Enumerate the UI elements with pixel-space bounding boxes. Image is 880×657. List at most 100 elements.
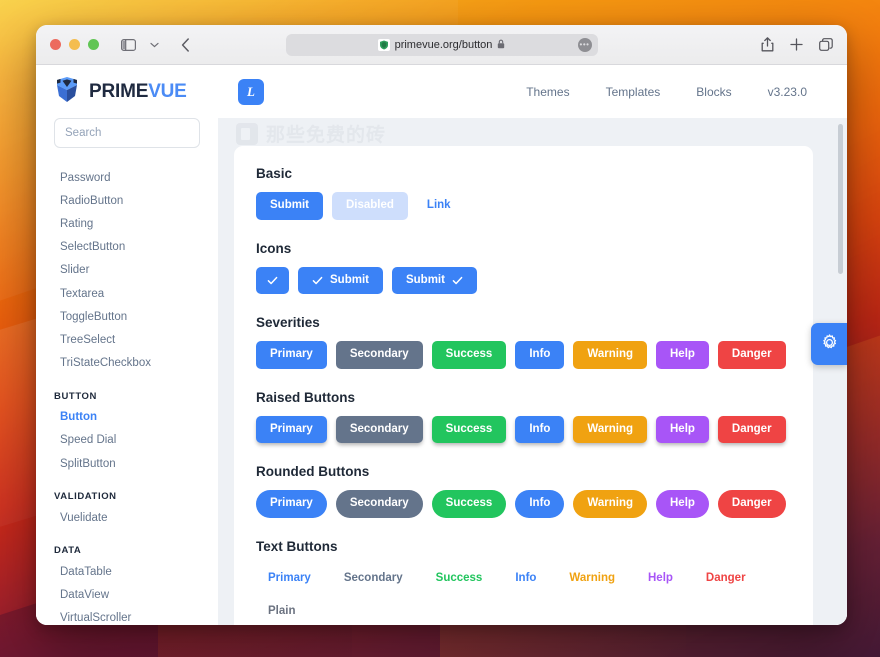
raised-button-success[interactable]: Success (431, 415, 507, 443)
rounded-button-warning[interactable]: Warning (573, 490, 647, 518)
icons-button-submit[interactable]: Submit (298, 266, 383, 294)
sidebar-item-textarea[interactable]: Textarea (54, 282, 200, 305)
vertical-scrollbar[interactable] (838, 124, 843, 274)
rounded-button-help[interactable]: Help (656, 490, 709, 518)
sidebar-item-treeselect[interactable]: TreeSelect (54, 328, 200, 351)
share-icon[interactable] (761, 37, 774, 52)
theme-switcher-button[interactable]: L (238, 78, 264, 105)
maximize-window-button[interactable] (88, 39, 99, 50)
rounded-button-info[interactable]: Info (515, 490, 565, 518)
button-row: Primary Secondary Success Info Warning Help Da… (256, 415, 791, 443)
severities-button-secondary[interactable]: Secondary (335, 341, 423, 369)
text-button-info[interactable]: Info (503, 565, 548, 593)
sidebar-item-slider[interactable]: Slider (54, 259, 200, 282)
address-bar[interactable]: primevue.org/button ••• (285, 33, 598, 56)
sidebar-item-virtualscroller[interactable]: VirtualScroller (54, 607, 200, 625)
rounded-button-primary[interactable]: Primary (256, 490, 327, 518)
close-window-button[interactable] (50, 39, 61, 50)
shield-icon (377, 38, 390, 51)
button-label: Disabled (345, 199, 394, 211)
sidebar-item-speed-dial[interactable]: Speed Dial (54, 429, 200, 452)
sidebar-item-datatable[interactable]: DataTable (54, 560, 200, 583)
section-title-text-buttons: Text Buttons (256, 538, 338, 554)
raised-button-warning[interactable]: Warning (573, 415, 647, 443)
button-label: Success (445, 422, 493, 435)
text-button-help[interactable]: Help (636, 565, 685, 593)
sidebar-item-radiobutton[interactable]: RadioButton (54, 189, 200, 212)
theme-config-button[interactable] (811, 323, 847, 365)
button-label: Warning (587, 422, 633, 435)
button-label: Info (529, 348, 551, 360)
severities-button-danger[interactable]: Danger (717, 341, 786, 369)
logo-vue-text: VUE (148, 80, 187, 102)
sidebar-item-password[interactable]: Password (54, 166, 200, 189)
sidebar-item-togglebutton[interactable]: ToggleButton (54, 305, 200, 328)
button-label: Danger (731, 422, 772, 435)
tabs-icon[interactable] (819, 37, 833, 52)
section-title-raised-buttons: Raised Buttons (256, 389, 356, 405)
text-button-plain[interactable]: Plain (256, 598, 307, 625)
watermark: 那些免费的砖 (236, 120, 386, 147)
primevue-logo-mark (54, 76, 80, 108)
text-button-success[interactable]: Success (424, 565, 495, 593)
severities-button-success[interactable]: Success (431, 341, 507, 369)
button-label: Primary (270, 497, 313, 509)
button-row: Plain (256, 598, 791, 625)
icons-button-submit[interactable]: Submit (391, 266, 477, 294)
back-arrow-icon[interactable] (181, 37, 190, 52)
rounded-button-success[interactable]: Success (431, 490, 507, 518)
sidebar-item-splitbutton[interactable]: SplitButton (54, 452, 200, 475)
sidebar-item-rating[interactable]: Rating (54, 212, 200, 235)
docs-sidebar: PasswordRadioButtonRatingSelectButtonSli… (36, 118, 218, 625)
severities-button-primary[interactable]: Primary (256, 341, 327, 369)
nav-item-version[interactable]: v3.23.0 (768, 85, 807, 99)
nav-item-blocks[interactable]: Blocks (696, 85, 731, 99)
nav-item-templates[interactable]: Templates (606, 85, 661, 99)
button-row: Primary Secondary Success Info Warning Help Da… (256, 341, 791, 369)
severities-button-info[interactable]: Info (515, 341, 565, 369)
nav-item-themes[interactable]: Themes (526, 85, 569, 99)
rounded-button-danger[interactable]: Danger (717, 490, 786, 518)
button-label: Secondary (349, 497, 409, 509)
button-label: Warning (587, 348, 633, 360)
raised-button-info[interactable]: Info (515, 415, 565, 443)
text-button-danger[interactable]: Danger (694, 565, 758, 593)
sidebar-item-vuelidate[interactable]: Vuelidate (54, 506, 200, 529)
plus-icon[interactable] (790, 38, 803, 51)
raised-button-danger[interactable]: Danger (717, 415, 786, 443)
text-button-secondary[interactable]: Secondary (332, 565, 415, 593)
raised-button-secondary[interactable]: Secondary (335, 415, 423, 443)
icons-button-check-icon[interactable] (256, 266, 289, 294)
section-title-icons: Icons (256, 240, 292, 256)
text-button-warning[interactable]: Warning (557, 565, 627, 593)
severities-button-warning[interactable]: Warning (573, 341, 647, 369)
raised-button-help[interactable]: Help (656, 415, 709, 443)
basic-button-link[interactable]: Link (417, 192, 461, 220)
section-title-rounded-buttons: Rounded Buttons (256, 464, 370, 479)
sidebar-item-dataview[interactable]: DataView (54, 584, 200, 607)
minimize-window-button[interactable] (69, 39, 80, 50)
severities-button-help[interactable]: Help (656, 341, 709, 369)
rounded-button-secondary[interactable]: Secondary (335, 490, 423, 518)
raised-button-primary[interactable]: Primary (256, 415, 327, 443)
sidebar-item-tristatecheckbox[interactable]: TriStateCheckbox (54, 352, 200, 375)
sidebar-item-selectbutton[interactable]: SelectButton (54, 236, 200, 259)
sidebar-item-button[interactable]: Button (54, 406, 200, 429)
sidebar-toggle-icon[interactable] (121, 38, 136, 51)
gear-icon (821, 334, 838, 354)
lock-icon (497, 39, 505, 51)
button-label: Warning (569, 571, 615, 584)
button-label: Plain (268, 605, 296, 617)
button-label: Link (426, 199, 451, 211)
button-label: Submit (270, 199, 309, 211)
button-label: Warning (587, 497, 633, 509)
chevron-down-icon[interactable] (150, 42, 159, 48)
text-button-primary[interactable]: Primary (256, 565, 323, 593)
check-icon (312, 276, 323, 284)
sidebar-section-heading: VALIDATION (54, 491, 117, 503)
basic-button-submit[interactable]: Submit (256, 192, 323, 220)
search-input[interactable] (54, 118, 200, 148)
page-menu-button[interactable]: ••• (577, 37, 592, 52)
button-label: Help (670, 422, 695, 435)
primevue-logo[interactable]: PRIMEVUE (54, 76, 220, 108)
